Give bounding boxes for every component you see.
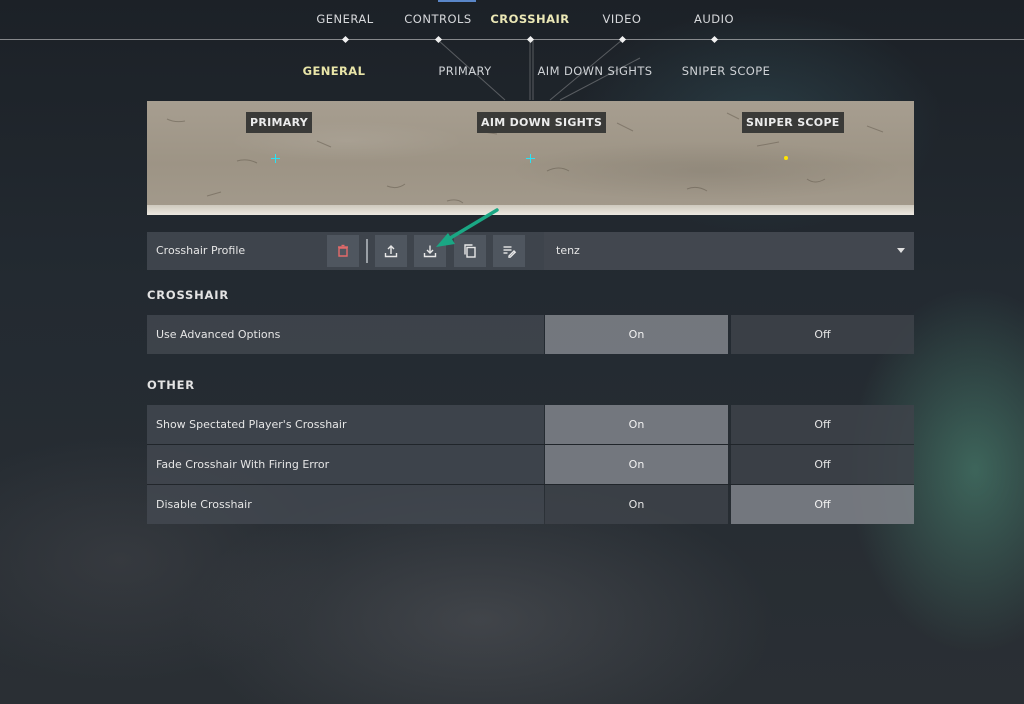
toolbar-separator bbox=[366, 239, 368, 263]
subtab-general[interactable]: GENERAL bbox=[303, 64, 366, 78]
section-title-other: OTHER bbox=[147, 378, 195, 392]
disable-crosshair-on-button[interactable]: On bbox=[545, 485, 728, 524]
setting-label: Fade Crosshair With Firing Error bbox=[156, 458, 330, 471]
setting-label-cell: Fade Crosshair With Firing Error bbox=[147, 445, 544, 484]
chevron-down-icon bbox=[897, 248, 905, 253]
crosshair-profile-row: Crosshair Profile tenz bbox=[147, 232, 914, 270]
setting-row-fade-crosshair: Fade Crosshair With Firing Error On Off bbox=[147, 445, 914, 484]
use-advanced-options-off-button[interactable]: Off bbox=[731, 315, 914, 354]
disable-crosshair-off-button[interactable]: Off bbox=[731, 485, 914, 524]
crosshair-preview: PRIMARY AIM DOWN SIGHTS SNIPER SCOPE bbox=[147, 101, 914, 215]
export-profile-button[interactable] bbox=[375, 235, 407, 267]
fade-crosshair-off-button[interactable]: Off bbox=[731, 445, 914, 484]
primary-crosshair-icon bbox=[271, 154, 280, 163]
upload-icon bbox=[384, 245, 398, 258]
crosshair-profile-value: tenz bbox=[556, 244, 580, 257]
preview-floor bbox=[147, 205, 914, 215]
show-spectated-crosshair-off-button[interactable]: Off bbox=[731, 405, 914, 444]
crosshair-profile-dropdown[interactable]: tenz bbox=[544, 232, 914, 270]
setting-label: Show Spectated Player's Crosshair bbox=[156, 418, 347, 431]
setting-row-show-spectated-crosshair: Show Spectated Player's Crosshair On Off bbox=[147, 405, 914, 444]
setting-row-disable-crosshair: Disable Crosshair On Off bbox=[147, 485, 914, 524]
subtab-connector-lines bbox=[437, 39, 641, 101]
use-advanced-options-on-button[interactable]: On bbox=[545, 315, 728, 354]
ads-crosshair-icon bbox=[526, 154, 535, 163]
section-title-crosshair: CROSSHAIR bbox=[147, 288, 229, 302]
delete-profile-button[interactable] bbox=[327, 235, 359, 267]
setting-label: Disable Crosshair bbox=[156, 498, 252, 511]
sniper-dot-icon bbox=[784, 156, 788, 160]
fade-crosshair-on-button[interactable]: On bbox=[545, 445, 728, 484]
download-icon bbox=[423, 245, 437, 258]
setting-label-cell: Disable Crosshair bbox=[147, 485, 544, 524]
setting-label-cell: Show Spectated Player's Crosshair bbox=[147, 405, 544, 444]
crosshair-profile-label: Crosshair Profile bbox=[156, 244, 246, 257]
preview-label-aim-down-sights: AIM DOWN SIGHTS bbox=[477, 112, 607, 133]
preview-label-sniper-scope: SNIPER SCOPE bbox=[742, 112, 844, 133]
subtab-primary[interactable]: PRIMARY bbox=[438, 64, 491, 78]
copy-profile-button[interactable] bbox=[454, 235, 486, 267]
setting-label: Use Advanced Options bbox=[156, 328, 281, 341]
show-spectated-crosshair-on-button[interactable]: On bbox=[545, 405, 728, 444]
copy-icon bbox=[464, 244, 476, 258]
setting-label-cell: Use Advanced Options bbox=[147, 315, 544, 354]
rename-icon bbox=[503, 246, 517, 258]
preview-label-primary: PRIMARY bbox=[246, 112, 313, 133]
trash-icon bbox=[338, 244, 348, 257]
rename-profile-button[interactable] bbox=[493, 235, 525, 267]
subtab-sniper-scope[interactable]: SNIPER SCOPE bbox=[682, 64, 771, 78]
setting-row-use-advanced-options: Use Advanced Options On Off bbox=[147, 315, 914, 354]
subtab-aim-down-sights[interactable]: AIM DOWN SIGHTS bbox=[538, 64, 653, 78]
import-profile-button[interactable] bbox=[414, 235, 446, 267]
